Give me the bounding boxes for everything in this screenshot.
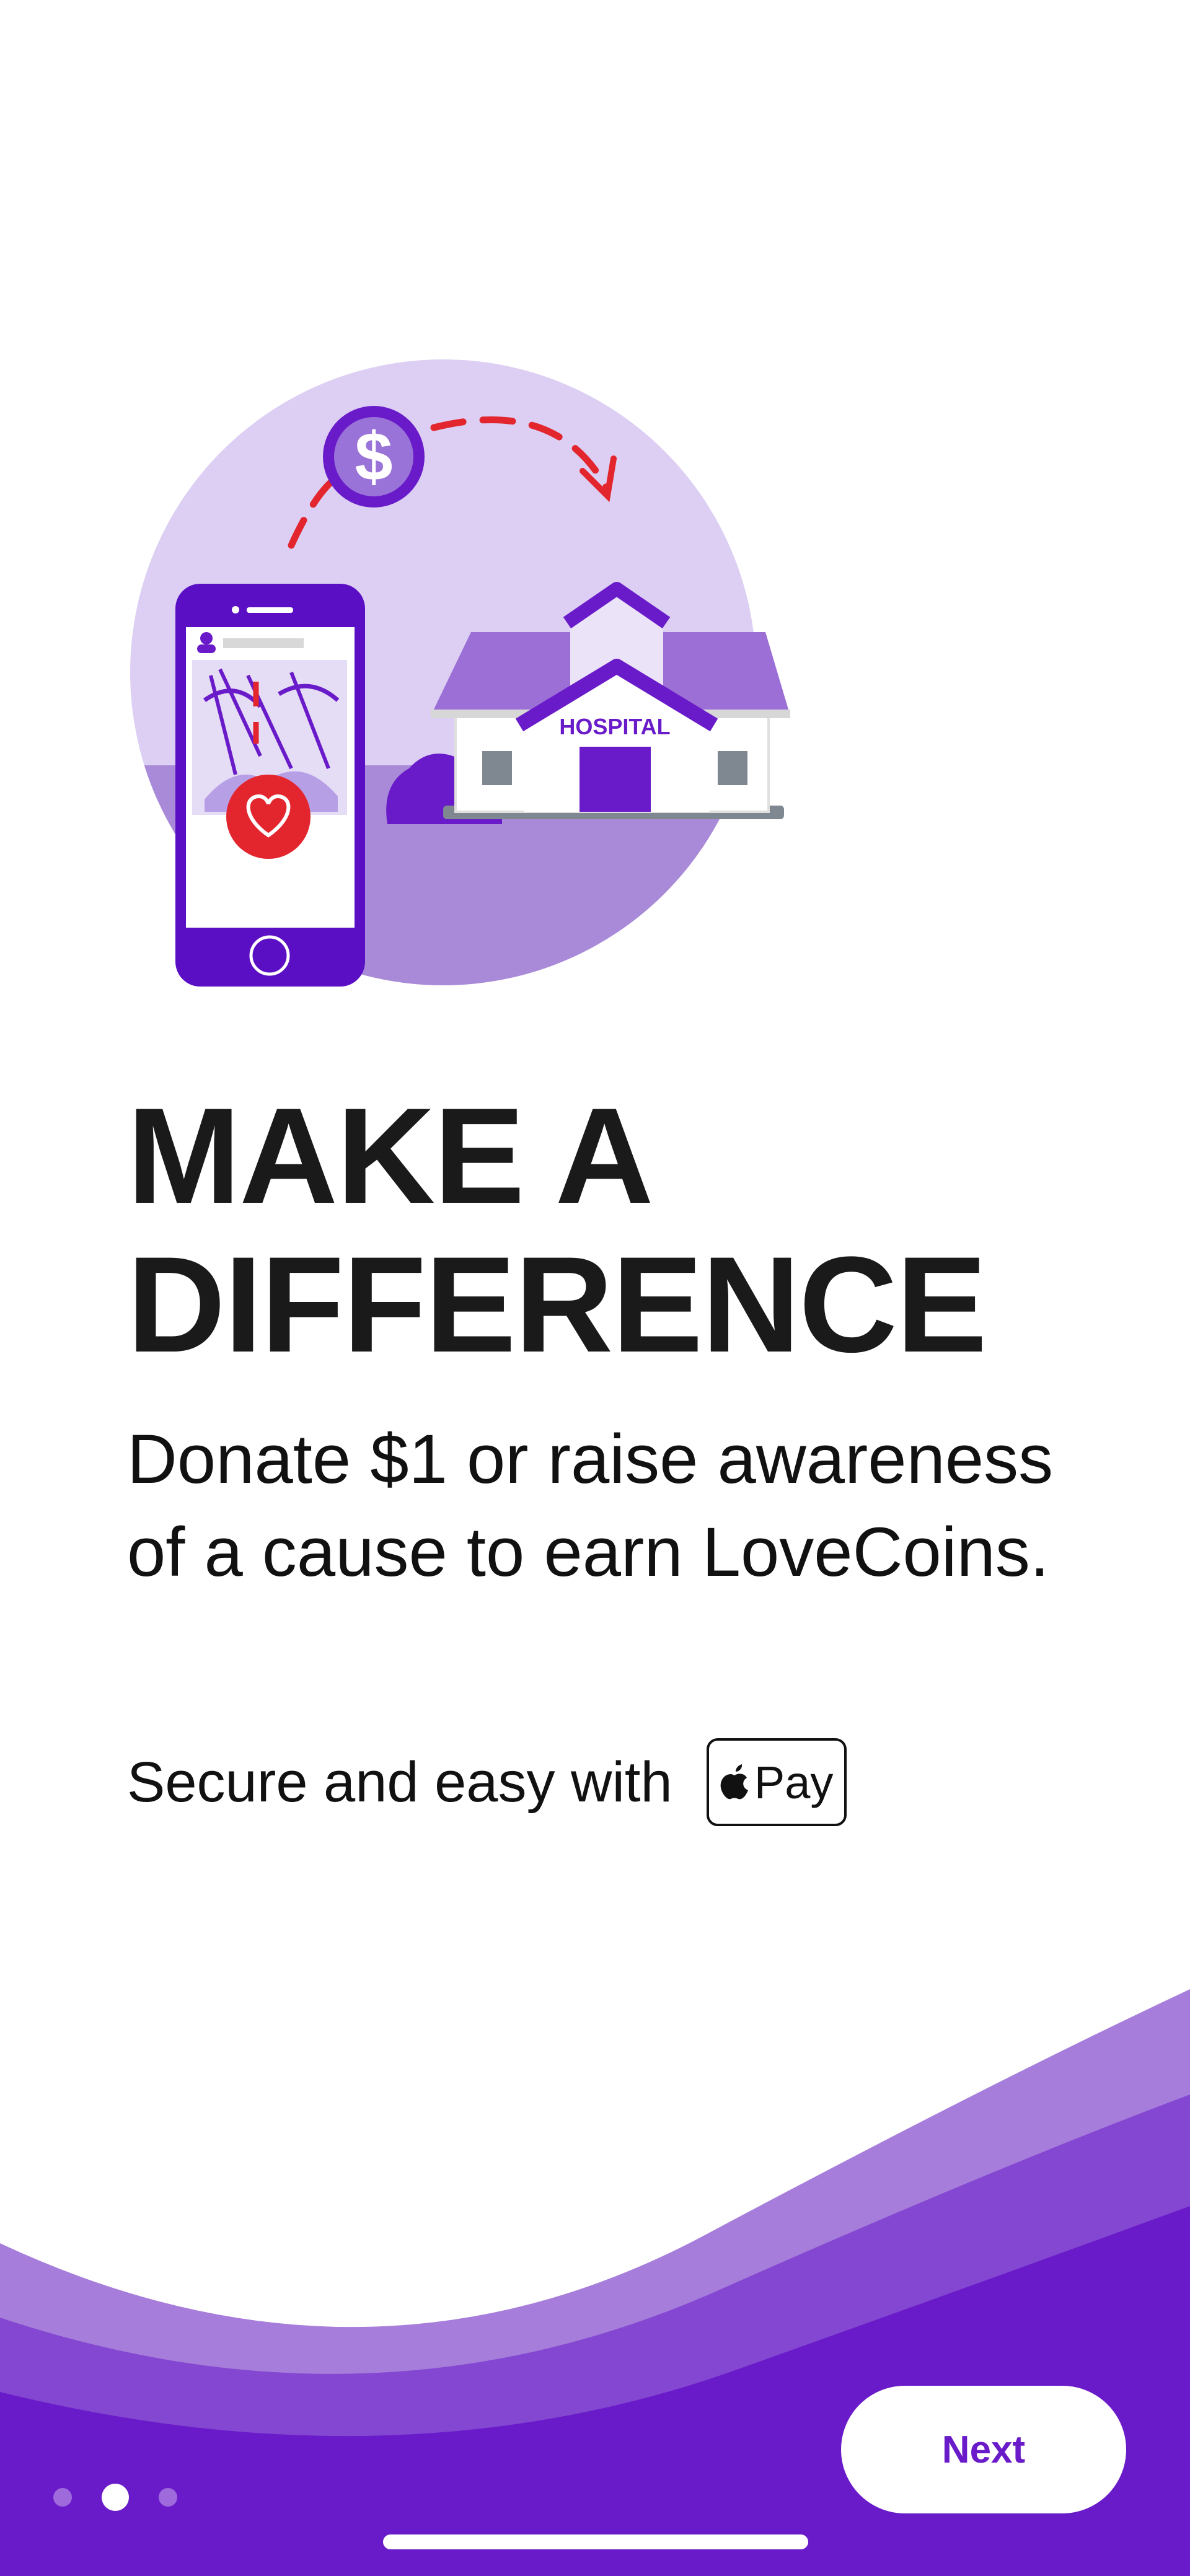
payment-row: Secure and easy with Pay [127, 1738, 847, 1826]
apple-logo-icon [720, 1764, 748, 1800]
page-title: MAKE A DIFFERENCE [127, 1079, 987, 1381]
phone-illustration [175, 584, 365, 987]
hospital-sign: HOSPITAL [559, 714, 670, 739]
coin-symbol: $ [355, 419, 392, 495]
home-indicator[interactable] [383, 2534, 808, 2549]
apple-pay-badge: Pay [706, 1738, 847, 1826]
title-line-2: DIFFERENCE [127, 1228, 987, 1381]
next-button[interactable]: Next [841, 2386, 1126, 2513]
apple-pay-text: Pay [754, 1756, 834, 1808]
subtitle: Donate $1 or raise awareness of a cause … [127, 1420, 1054, 1591]
dollar-coin-icon: $ [323, 406, 425, 508]
payment-label: Secure and easy with [127, 1750, 672, 1814]
page-indicator [53, 2484, 177, 2511]
page-dot[interactable] [159, 2488, 177, 2507]
title-line-1: MAKE A [127, 1079, 654, 1232]
page-dot-active[interactable] [102, 2484, 129, 2511]
hero-illustration: $ HOSPITAL [130, 359, 790, 987]
page-dot[interactable] [53, 2488, 72, 2507]
